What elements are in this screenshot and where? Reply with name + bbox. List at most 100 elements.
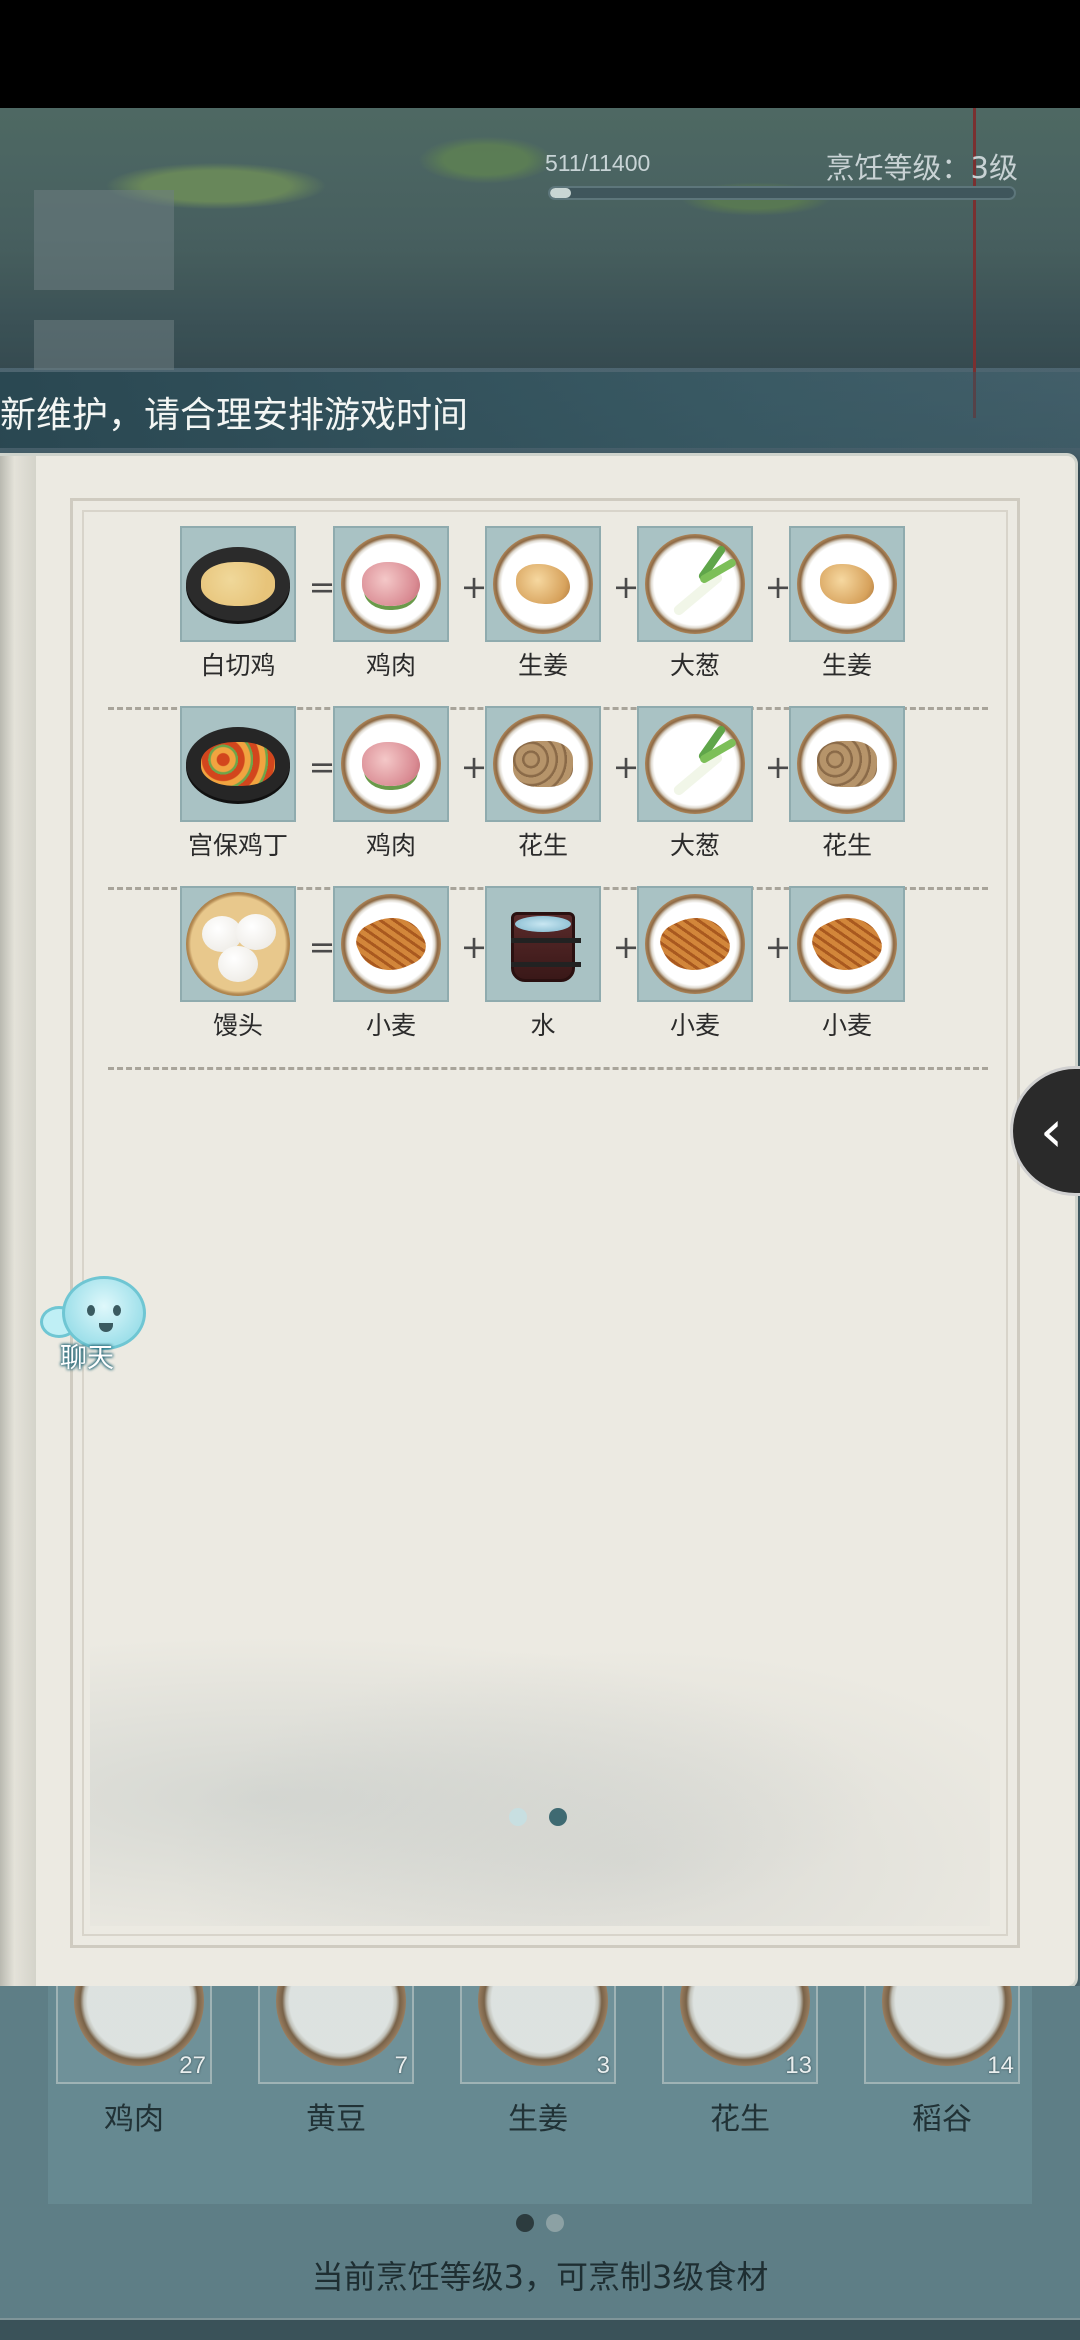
scene-window [34,320,174,370]
recipe-ingredient-slot[interactable]: 生姜 [789,526,905,682]
recipe-result-slot[interactable]: 馒头 [180,886,296,1042]
recipe-row: 宫保鸡丁 鸡肉 花生 大葱 花生 = + + + [108,706,988,890]
inventory-item[interactable]: 3 生姜 [460,1986,616,2138]
inventory-page-dot[interactable] [546,2214,564,2232]
plus-operator: + [612,568,640,606]
scallion-icon [637,706,753,822]
page-dot[interactable] [508,1808,527,1826]
inventory-footer-text: 当前烹饪等级3，可烹制3级食材 [311,2258,769,2296]
ginger-icon: 3 [460,1986,616,2084]
chat-button[interactable]: 聊天 [40,1276,150,1376]
scene-window [34,190,174,290]
book-page-indicator [0,1808,1075,1826]
item-name-label: 生姜 [821,651,872,680]
inventory-page-dot-active[interactable] [516,2214,534,2232]
item-name-label: 馒头 [212,1011,263,1040]
white-cut-chicken-icon [180,526,296,642]
peanut-icon [485,706,601,822]
item-name-label: 鸡肉 [365,831,416,860]
wheat-icon [333,886,449,1002]
wheat-icon [789,886,905,1002]
chevron-left-icon: ‹ [1039,1097,1064,1165]
recipe-ingredient-slot[interactable]: 花生 [485,706,601,862]
top-status-area [0,0,1080,108]
recipe-ingredient-slot[interactable]: 花生 [789,706,905,862]
recipe-divider [108,1067,988,1070]
item-name-label: 花生 [517,831,568,860]
item-count: 14 [987,2052,1014,2079]
item-name-label: 宫保鸡丁 [187,831,288,860]
plus-operator: + [764,568,792,606]
inventory-item-label: 生姜 [508,2102,568,2137]
chicken-meat-icon [333,706,449,822]
cooking-level-text: 烹饪等级：3级 [825,151,1018,185]
water-bucket-icon [485,886,601,1002]
item-name-label: 小麦 [669,1011,720,1040]
chat-label: 聊天 [60,1343,114,1374]
inventory-item-label: 鸡肉 [104,2102,164,2137]
inventory-item-label: 黄豆 [306,2102,366,2137]
wheat-icon [637,886,753,1002]
item-count: 3 [596,2052,610,2079]
recipe-result-slot[interactable]: 白切鸡 [180,526,296,682]
plus-operator: + [612,748,640,786]
recipe-ingredient-slot[interactable]: 大葱 [637,706,753,862]
inventory-item-label: 花生 [710,2102,770,2137]
item-name-label: 大葱 [669,831,720,860]
inventory-item[interactable]: 7 黄豆 [258,1986,414,2138]
chicken-meat-icon: 27 [56,1986,212,2084]
plus-operator: + [460,748,488,786]
inventory-bottom-bar [0,2318,1080,2340]
recipe-ingredient-slot[interactable]: 小麦 [637,886,753,1042]
book-spine [0,456,36,1986]
page-dot-active[interactable] [548,1808,567,1826]
item-name-label: 白切鸡 [200,651,276,680]
inventory-item[interactable]: 13 花生 [662,1986,818,2138]
inventory-item-label: 稻谷 [912,2102,972,2137]
recipe-ingredient-slot[interactable]: 小麦 [789,886,905,1042]
recipe-row: 馒头 小麦 水 小麦 小麦 = + + + [108,886,988,1070]
item-name-label: 水 [530,1011,556,1040]
inventory-item[interactable]: 27 鸡肉 [56,1986,212,2138]
exp-progress-bar [548,186,1016,200]
recipe-book-panel: 白切鸡 鸡肉 生姜 大葱 生姜 = + + + 宫保鸡丁 鸡肉 花生 大葱 花生 = + + + 馒头 小麦水小麦… [0,456,1075,1986]
kung-pao-chicken-icon [180,706,296,822]
recipe-ingredient-slot[interactable]: 鸡肉 [333,706,449,862]
item-count: 13 [785,2052,812,2079]
item-name-label: 小麦 [821,1011,872,1040]
inventory-page-indicator [0,2214,1080,2232]
inventory-item[interactable]: 14 稻谷 [864,1986,1020,2138]
plus-operator: + [460,568,488,606]
chicken-meat-icon [333,526,449,642]
equals-operator: = [308,568,336,606]
steamed-bun-icon [180,886,296,1002]
recipe-ingredient-slot[interactable]: 小麦 [333,886,449,1042]
equals-operator: = [308,748,336,786]
plus-operator: + [764,928,792,966]
ink-wash-decoration [90,1606,990,1926]
scallion-icon [637,526,753,642]
peanut-icon: 13 [662,1986,818,2084]
item-count: 7 [394,2052,408,2079]
item-name-label: 生姜 [517,651,568,680]
rice-grain-icon: 14 [864,1986,1020,2084]
recipe-result-slot[interactable]: 宫保鸡丁 [180,706,296,862]
peanut-icon [789,706,905,822]
ginger-icon [789,526,905,642]
item-name-label: 大葱 [669,651,720,680]
plus-operator: + [612,928,640,966]
recipe-ingredient-slot[interactable]: 生姜 [485,526,601,682]
soybean-icon: 7 [258,1986,414,2084]
plus-operator: + [764,748,792,786]
inventory-grid: 27 鸡肉 7 黄豆 3 生姜 13 花生 14 稻谷 [48,1986,1032,2204]
recipe-ingredient-slot[interactable]: 鸡肉 [333,526,449,682]
ginger-icon [485,526,601,642]
recipe-ingredient-slot[interactable]: 大葱 [637,526,753,682]
recipe-ingredient-slot[interactable]: 水 [485,886,601,1042]
item-name-label: 小麦 [365,1011,416,1040]
item-name-label: 花生 [821,831,872,860]
notice-text: 新维护，请合理安排游戏时间 [0,395,469,436]
plus-operator: + [460,928,488,966]
exp-text: 511/11400 [545,150,651,176]
equals-operator: = [308,928,336,966]
